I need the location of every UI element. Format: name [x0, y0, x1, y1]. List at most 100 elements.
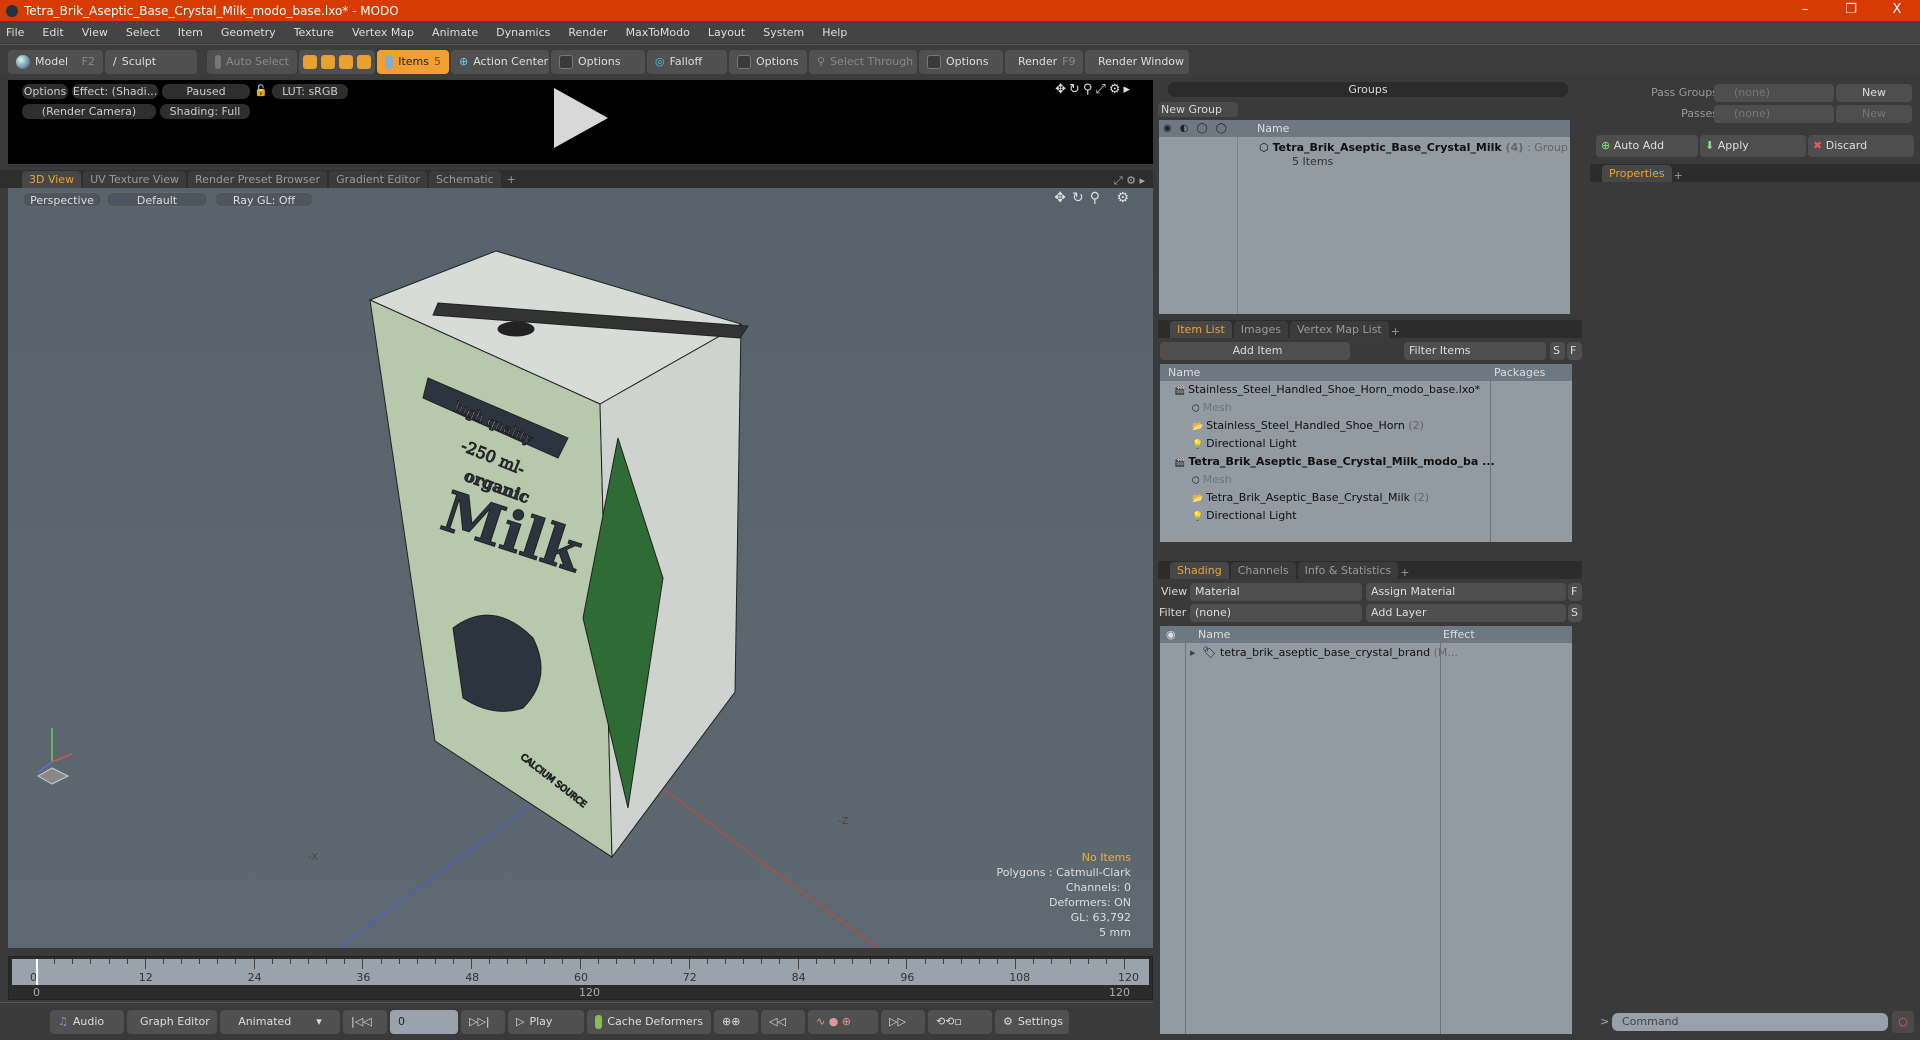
menu-dynamics[interactable]: Dynamics — [496, 26, 550, 39]
tab-3d-view[interactable]: 3D View — [22, 171, 82, 188]
s-button[interactable]: S — [1568, 604, 1582, 622]
expand-arrow-icon[interactable]: ▸ — [1190, 646, 1196, 659]
shading-dropdown[interactable]: Shading: Full — [160, 104, 250, 119]
polygons-mode-icon[interactable] — [339, 54, 353, 69]
close-button[interactable]: X — [1874, 0, 1920, 21]
menu-edit[interactable]: Edit — [42, 26, 63, 39]
add-tab-icon[interactable]: + — [1400, 566, 1409, 579]
list-item[interactable]: 💡 Directional Light — [1160, 507, 1572, 525]
tab-gradient-editor[interactable]: Gradient Editor — [329, 171, 427, 188]
menu-system[interactable]: System — [763, 26, 804, 39]
materials-mode-icon[interactable] — [357, 54, 371, 69]
menu-item[interactable]: Item — [178, 26, 203, 39]
menu-file[interactable]: File — [6, 26, 24, 39]
render-window-button[interactable]: Render Window — [1085, 49, 1189, 74]
minimize-button[interactable]: – — [1782, 0, 1828, 21]
vertices-mode-icon[interactable] — [303, 54, 317, 69]
preview-options-button[interactable]: Options — [22, 84, 68, 99]
action-center-options-button[interactable]: Options — [551, 49, 645, 74]
paused-button[interactable]: Paused — [162, 84, 250, 99]
maximize-button[interactable]: ❐ — [1828, 0, 1874, 21]
jump-start-buttons[interactable]: |◁◁ — [343, 1009, 387, 1034]
command-input[interactable]: Command — [1612, 1013, 1888, 1031]
record-tools[interactable]: ∿ ● ⊕ — [808, 1009, 878, 1034]
audio-button[interactable]: ♫ Audio — [50, 1009, 124, 1034]
add-layer-dropdown[interactable]: Add Layer — [1366, 604, 1566, 622]
select-through-button[interactable]: ⚲ Select Through — [809, 49, 917, 74]
menu-render[interactable]: Render — [568, 26, 607, 39]
auto-select-button[interactable]: Auto Select — [207, 49, 297, 74]
menu-view[interactable]: View — [82, 26, 108, 39]
list-item[interactable]: ⬡ Mesh — [1160, 399, 1572, 417]
filter-items-input[interactable]: Filter Items — [1404, 342, 1546, 360]
play-button[interactable]: ▷ Play — [508, 1009, 584, 1034]
action-center-button[interactable]: ⊕ Action Center — [451, 49, 549, 74]
play-icon[interactable] — [546, 84, 616, 154]
settings-button[interactable]: ⚙ Settings — [995, 1009, 1069, 1034]
tab-item-list[interactable]: Item List — [1170, 321, 1232, 338]
menu-select[interactable]: Select — [126, 26, 160, 39]
model-button[interactable]: Model F2 — [8, 49, 103, 74]
new-pass-button[interactable]: New — [1836, 105, 1912, 123]
add-tab-icon[interactable]: + — [1674, 169, 1683, 182]
skip-back-icon[interactable]: |◁◁ — [351, 1015, 372, 1028]
sync-tools[interactable]: ⟲⟲▫ — [928, 1009, 992, 1034]
frame-input[interactable]: 0 — [390, 1009, 458, 1034]
tab-images[interactable]: Images — [1233, 321, 1288, 338]
add-item-dropdown[interactable]: Add Item — [1160, 342, 1350, 360]
list-item[interactable]: 📂 Tetra_Brik_Aseptic_Base_Crystal_Milk (… — [1160, 489, 1572, 507]
timeline[interactable]: 0 12 24 36 48 60 72 84 96 108 120 0 120 120 — [8, 956, 1153, 1000]
menu-animate[interactable]: Animate — [432, 26, 478, 39]
f-button[interactable]: F — [1568, 583, 1582, 601]
add-tab-icon[interactable]: + — [503, 171, 520, 188]
discard-button[interactable]: ✖ Discard — [1808, 135, 1914, 157]
key-tools[interactable]: ⊕⊕ — [714, 1009, 758, 1034]
tab-shading[interactable]: Shading — [1170, 562, 1229, 579]
key-nav-2[interactable]: ▷▷ — [881, 1009, 925, 1034]
lock-icon[interactable]: 🔓 — [254, 84, 268, 97]
list-item[interactable]: 🎬 Tetra_Brik_Aseptic_Base_Crystal_Milk_m… — [1160, 453, 1572, 471]
menu-vertex-map[interactable]: Vertex Map — [352, 26, 414, 39]
effect-dropdown[interactable]: Effect: (Shadi... — [72, 84, 158, 99]
falloff-button[interactable]: ◎ Falloff — [647, 49, 727, 74]
menu-maxtomodo[interactable]: MaxToModo — [626, 26, 690, 39]
items-mode-button[interactable]: Items 5 — [377, 49, 449, 74]
3d-viewport[interactable]: Perspective Default Ray GL: Off ✥↻⚲ ⚙ -X… — [8, 188, 1153, 948]
jump-end-buttons[interactable]: ▷▷| — [461, 1009, 505, 1034]
viewport-panel-icons[interactable]: ⤢ ⚙ ▸ — [1114, 174, 1153, 188]
add-tab-icon[interactable]: + — [1391, 325, 1400, 338]
graph-editor-button[interactable]: Graph Editor — [127, 1009, 217, 1034]
list-item[interactable]: ⬡ Mesh — [1160, 471, 1572, 489]
auto-add-button[interactable]: ⊕ Auto Add — [1596, 135, 1698, 157]
tab-render-preset-browser[interactable]: Render Preset Browser — [188, 171, 328, 188]
record-macro-icon[interactable]: ○ — [1892, 1011, 1914, 1033]
skip-forward-icon[interactable]: ▷▷| — [469, 1015, 490, 1028]
falloff-options-button[interactable]: Options — [729, 49, 807, 74]
s-button[interactable]: S — [1550, 342, 1565, 360]
animated-dropdown[interactable]: Animated ▾ — [220, 1009, 340, 1034]
tab-vertex-map-list[interactable]: Vertex Map List — [1289, 321, 1389, 338]
assign-material-button[interactable]: Assign Material — [1366, 583, 1566, 601]
view-dropdown[interactable]: Material — [1190, 583, 1362, 601]
apply-button[interactable]: ⬇ Apply — [1700, 135, 1806, 157]
f-button[interactable]: F — [1567, 342, 1582, 360]
timeline-ruler[interactable]: 0 12 24 36 48 60 72 84 96 108 120 — [12, 959, 1149, 985]
menu-texture[interactable]: Texture — [294, 26, 334, 39]
menu-help[interactable]: Help — [822, 26, 847, 39]
new-group-button[interactable]: New Group — [1158, 102, 1238, 117]
filter-dropdown[interactable]: (none) — [1190, 604, 1362, 622]
camera-dropdown[interactable]: (Render Camera) — [22, 104, 156, 119]
select-through-options-button[interactable]: Options — [919, 49, 1003, 74]
sculpt-button[interactable]: / Sculpt — [105, 49, 197, 74]
edges-mode-icon[interactable] — [321, 54, 335, 69]
tab-uv-texture-view[interactable]: UV Texture View — [83, 171, 187, 188]
list-item[interactable]: 📂 Stainless_Steel_Handled_Shoe_Horn (2) — [1160, 417, 1572, 435]
menu-layout[interactable]: Layout — [708, 26, 745, 39]
record-icon[interactable]: ∿ ● ⊕ — [816, 1015, 851, 1028]
tab-info-statistics[interactable]: Info & Statistics — [1297, 562, 1399, 579]
playhead[interactable] — [36, 959, 38, 985]
passes-dropdown[interactable]: (none) — [1714, 105, 1834, 123]
new-pass-group-button[interactable]: New — [1836, 84, 1912, 102]
tab-properties[interactable]: Properties — [1602, 165, 1672, 182]
list-item[interactable]: 💡 Directional Light — [1160, 435, 1572, 453]
